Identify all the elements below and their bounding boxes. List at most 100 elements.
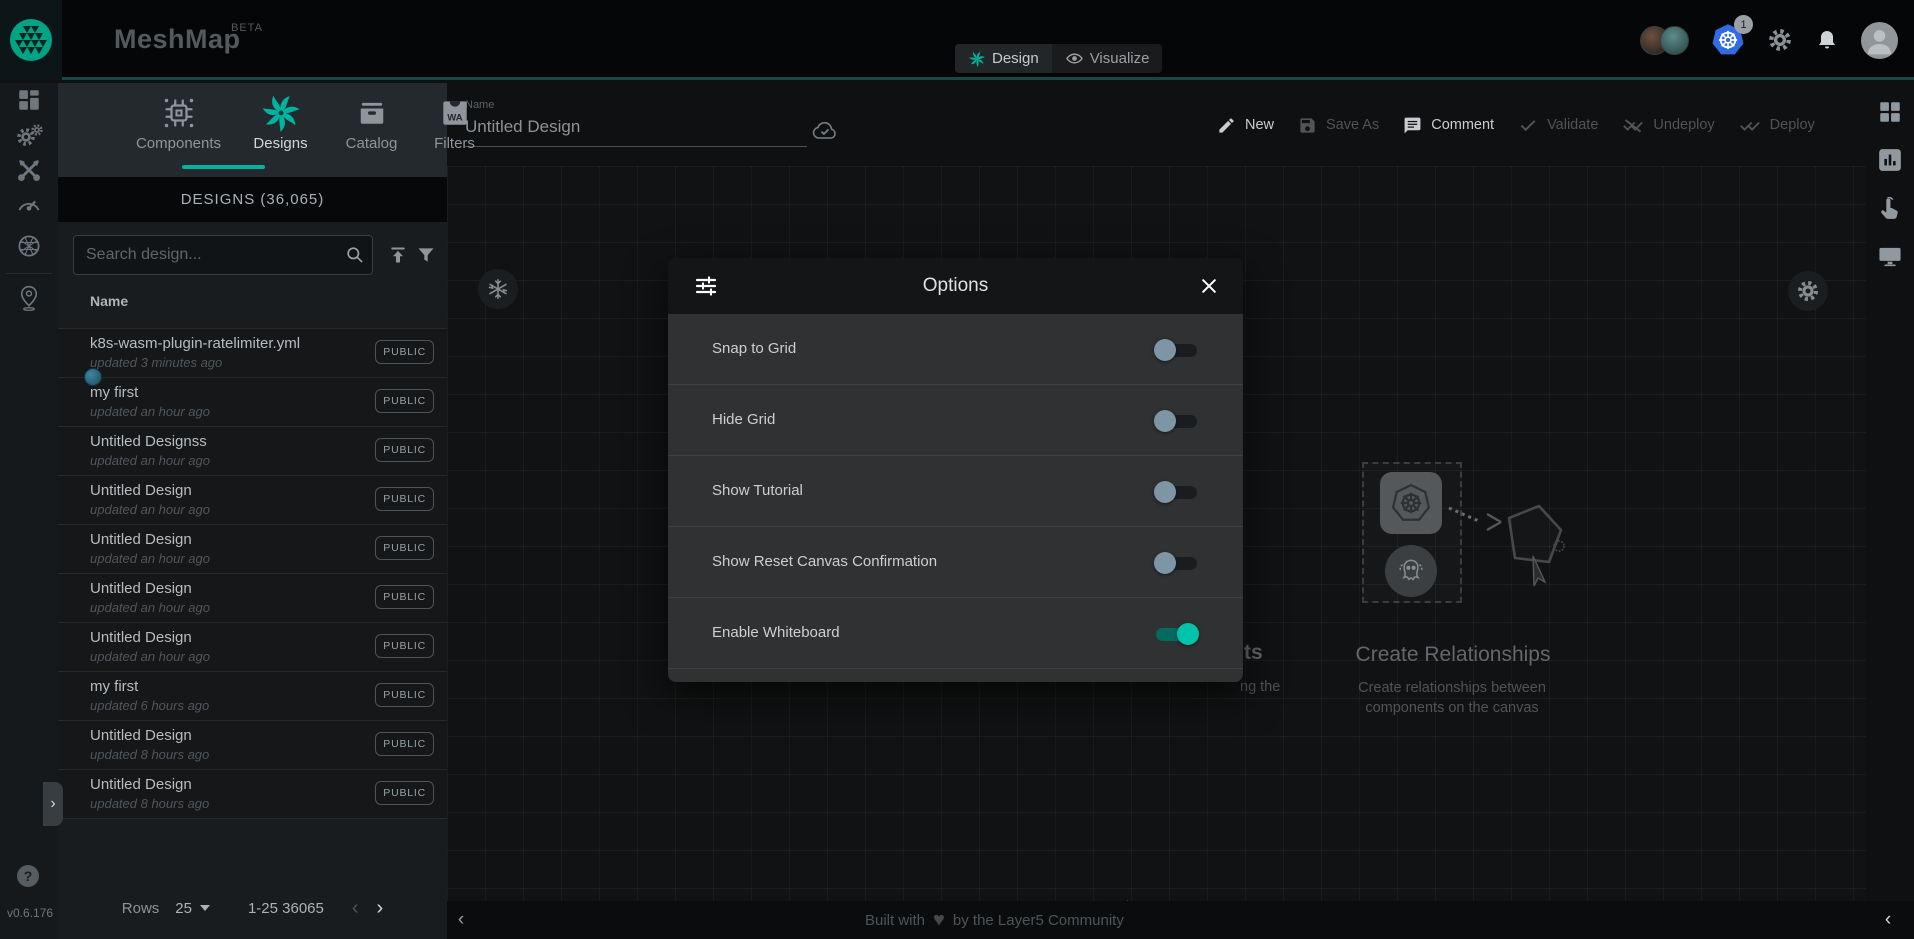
design-updated: updated an hour ago (90, 649, 210, 664)
settings-gear-icon[interactable] (1767, 27, 1793, 53)
option-row: Show Reset Canvas Confirmation (668, 527, 1243, 598)
design-list-item[interactable]: k8s-wasm-plugin-ratelimiter.yml updated … (58, 329, 447, 378)
rail-lifecycle-icon[interactable] (0, 119, 58, 153)
options-modal: Options Snap to Grid Hide Grid Show Tuto… (668, 258, 1243, 682)
collaborator-avatar-2[interactable] (1660, 26, 1689, 55)
tab-designs-label: Designs (253, 135, 307, 152)
mascot-component-tile (1385, 545, 1437, 597)
toggle-switch[interactable] (1156, 624, 1197, 644)
design-list-item[interactable]: Untitled Design updated an hour ago PUBL… (58, 574, 447, 623)
new-button[interactable]: New (1217, 116, 1274, 135)
deploy-button[interactable]: Deploy (1739, 115, 1815, 135)
canvas-settings-gear-button[interactable] (1788, 271, 1828, 311)
tab-designs[interactable]: Designs (232, 91, 329, 152)
tab-filters[interactable]: WA Filters (406, 91, 503, 152)
design-updated: updated 8 hours ago (90, 796, 209, 811)
design-list-item[interactable]: Untitled Designss updated an hour ago PU… (58, 427, 447, 476)
cloud-saved-icon (811, 119, 839, 141)
design-list-item[interactable]: my first updated an hour ago PUBLIC (58, 378, 447, 427)
mode-switcher: Design Visualize (955, 44, 1162, 73)
visibility-badge: PUBLIC (375, 389, 434, 413)
notifications-bell-icon[interactable] (1815, 28, 1839, 52)
option-label: Enable Whiteboard (712, 624, 840, 641)
tab-components-label: Components (136, 135, 221, 152)
toggle-switch[interactable] (1156, 411, 1197, 431)
footer-prefix: Built with (865, 912, 925, 929)
deploy-label: Deploy (1770, 117, 1815, 133)
validate-button[interactable]: Validate (1518, 115, 1598, 135)
search-icon (338, 245, 372, 265)
design-list-item[interactable]: my first updated 6 hours ago PUBLIC (58, 672, 447, 721)
design-list-item[interactable]: Untitled Design updated an hour ago PUBL… (58, 476, 447, 525)
context-count-badge: 1 (1734, 15, 1753, 34)
design-updated: updated 8 hours ago (90, 747, 209, 762)
import-design-icon[interactable] (388, 245, 408, 265)
save-as-button[interactable]: Save As (1298, 116, 1379, 135)
previous-page-chevron[interactable]: ‹ (352, 897, 359, 920)
collaborator-avatars[interactable] (1640, 26, 1689, 55)
toggle-knob (1154, 481, 1176, 503)
design-name-input[interactable] (465, 111, 807, 147)
toggle-switch[interactable] (1156, 340, 1197, 360)
toggle-switch[interactable] (1156, 482, 1197, 502)
collapse-right-chevron[interactable]: ‹ (1876, 908, 1900, 932)
design-updated: updated an hour ago (90, 404, 210, 419)
drawer-expand-chevron[interactable]: › (43, 782, 63, 826)
toggle-knob (1154, 339, 1176, 361)
design-list-item[interactable]: Untitled Design updated 8 hours ago PUBL… (58, 721, 447, 770)
visibility-badge: PUBLIC (375, 536, 434, 560)
design-list-item[interactable]: Untitled Design updated an hour ago PUBL… (58, 525, 447, 574)
option-label: Hide Grid (712, 411, 775, 428)
canvas-toolbar: New Save As Comment (1217, 115, 1815, 135)
display-monitor-icon[interactable] (1873, 239, 1907, 273)
undeploy-button[interactable]: Undeploy (1622, 115, 1714, 135)
kubernetes-context-chip[interactable]: 1 (1711, 23, 1745, 57)
rail-meshmap-pin-icon[interactable] (0, 281, 58, 315)
close-icon[interactable] (1195, 272, 1223, 300)
visualize-mode-label: Visualize (1090, 50, 1150, 67)
wasm-filters-icon: WA (406, 91, 503, 135)
collapse-left-chevron[interactable]: ‹ (449, 908, 473, 932)
rail-dashboard-icon[interactable] (0, 83, 58, 117)
toggle-switch[interactable] (1156, 553, 1197, 573)
rail-extensions-icon[interactable] (0, 229, 58, 263)
next-page-chevron[interactable]: › (377, 897, 384, 920)
design-name: Untitled Design (90, 629, 192, 646)
design-name: Untitled Design (90, 482, 192, 499)
visibility-badge: PUBLIC (375, 781, 434, 805)
pagination-bar: Rows 25 1-25 36065 ‹ › (58, 888, 447, 928)
rows-per-page-select[interactable]: 25 (175, 900, 210, 917)
column-header-name: Name (90, 293, 128, 309)
double-check-slash-icon (1622, 115, 1644, 135)
tab-visualize-mode[interactable]: Visualize (1052, 44, 1163, 73)
design-mode-label: Design (992, 50, 1039, 67)
snowflake-button[interactable] (478, 269, 518, 309)
tab-design-mode[interactable]: Design (955, 44, 1052, 73)
rail-performance-icon[interactable] (0, 187, 58, 221)
double-check-icon (1739, 115, 1761, 135)
visibility-badge: PUBLIC (375, 634, 434, 658)
help-button[interactable]: ? (17, 865, 39, 887)
metrics-chart-icon[interactable] (1873, 143, 1907, 177)
interact-hand-icon[interactable] (1873, 191, 1907, 225)
filter-funnel-icon[interactable] (416, 245, 436, 265)
rail-configuration-icon[interactable] (0, 153, 58, 187)
tab-components[interactable]: Components (130, 91, 227, 152)
design-list-item[interactable]: Untitled Design updated an hour ago PUBL… (58, 623, 447, 672)
validate-label: Validate (1547, 117, 1598, 133)
option-label: Show Tutorial (712, 482, 803, 499)
design-list-item[interactable]: Untitled Design updated 8 hours ago PUBL… (58, 770, 447, 819)
comment-button[interactable]: Comment (1403, 116, 1494, 135)
widgets-grid-icon[interactable] (1873, 95, 1907, 129)
design-updated: updated an hour ago (90, 502, 210, 517)
header-actions: 1 (1640, 0, 1898, 80)
hidden-card-text-fragment: ng the (1240, 679, 1280, 695)
app-title: MeshMap (114, 24, 241, 55)
user-profile-avatar[interactable] (1861, 22, 1898, 59)
options-toggle-list: Snap to Grid Hide Grid Show Tutorial Sho… (668, 314, 1243, 669)
search-input[interactable] (74, 246, 338, 264)
design-name: my first (90, 678, 138, 695)
options-modal-header: Options (668, 258, 1243, 314)
layer5-logo[interactable] (0, 0, 62, 80)
design-name: k8s-wasm-plugin-ratelimiter.yml (90, 335, 300, 352)
